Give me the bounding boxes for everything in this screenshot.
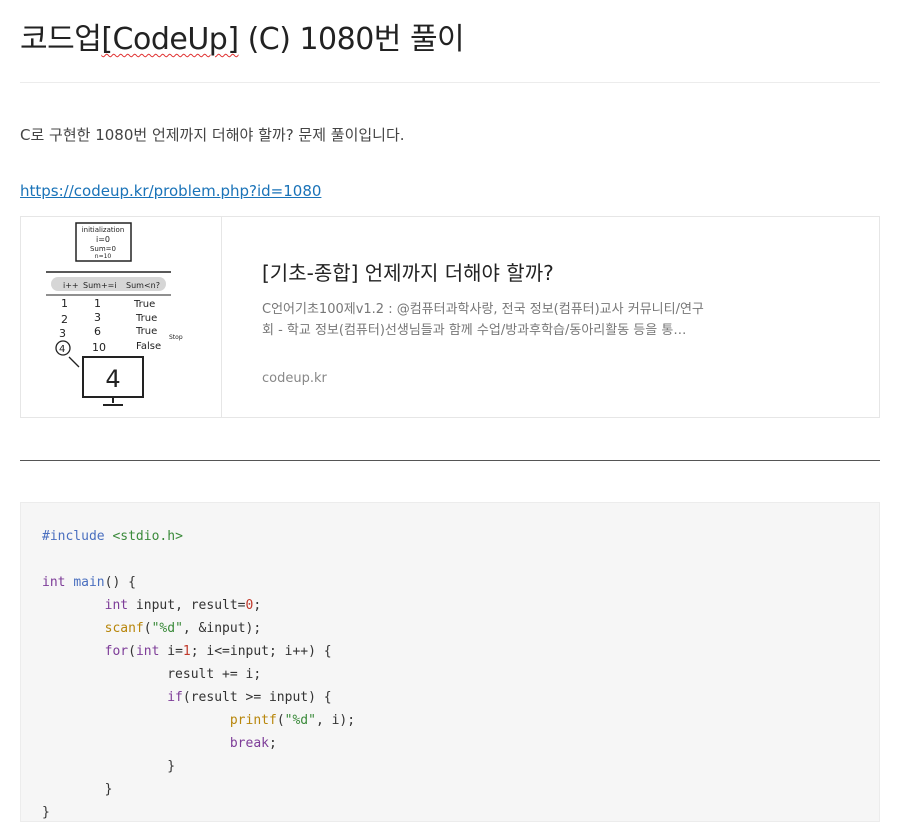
title-prefix: 코드업 — [20, 22, 102, 57]
card-description-line: 회 - 학교 정보(컴퓨터)선생님들과 함께 수업/방과후학습/동아리활동 등을… — [262, 323, 687, 338]
title-suffix: (C) 1080번 풀이 — [238, 22, 465, 57]
thumb-col-cond: Sum<n? — [126, 281, 160, 290]
code-token: #include — [42, 529, 105, 544]
link-preview-card[interactable]: initialization i=0 Sum=0 n=10 i++ Sum+=i… — [20, 216, 880, 418]
card-description-line: C언어기초100제v1.2 : @컴퓨터과학사랑, 전국 정보(컴퓨터)교사 커… — [262, 302, 704, 317]
card-title: [기초-종합] 언제까지 더해야 할까? — [262, 261, 554, 285]
code-token: } — [104, 782, 113, 797]
svg-text:3: 3 — [94, 311, 101, 324]
intro-paragraph: C로 구현한 1080번 언제까지 더해야 할까? 문제 풀이입니다. — [20, 126, 405, 144]
code-token: scanf — [104, 621, 144, 636]
page-title: 코드업[CodeUp] (C) 1080번 풀이 — [20, 14, 465, 58]
code-token: if — [167, 690, 183, 705]
thumb-init-i: i=0 — [96, 235, 110, 244]
code-token: "%d" — [151, 621, 183, 636]
code-token: int — [135, 644, 160, 659]
content-divider — [20, 460, 880, 461]
thumb-init-sum: Sum=0 — [90, 245, 116, 253]
svg-text:6: 6 — [94, 325, 101, 338]
title-divider — [20, 82, 880, 83]
card-description: C언어기초100제v1.2 : @컴퓨터과학사랑, 전국 정보(컴퓨터)교사 커… — [262, 299, 742, 341]
thumb-stop: Stop — [169, 334, 183, 341]
code-block: #include <stdio.h> int main() { int inpu… — [20, 502, 880, 822]
code-token: "%d" — [284, 713, 316, 728]
code-token: (result >= input) { — [182, 690, 332, 705]
svg-text:4: 4 — [59, 344, 65, 355]
svg-text:True: True — [135, 313, 157, 324]
thumb-col-sum: Sum+=i — [83, 281, 117, 290]
code-token: int — [42, 575, 66, 590]
code-token: main — [73, 575, 105, 590]
code-token: ( — [276, 713, 285, 728]
code-token: printf — [229, 713, 277, 728]
code-token: , i); — [315, 713, 356, 728]
title-spellcheck-word: [CodeUp] — [101, 22, 239, 57]
thumb-result: 4 — [105, 365, 120, 393]
problem-link[interactable]: https://codeup.kr/problem.php?id=1080 — [20, 182, 321, 200]
code-token: , &input); — [182, 621, 262, 636]
svg-text:10: 10 — [92, 341, 106, 354]
code-token: for — [104, 644, 129, 659]
svg-text:True: True — [133, 299, 155, 310]
thumb-init-n: n=10 — [95, 253, 112, 260]
code-token: () { — [104, 575, 136, 590]
code-token: } — [167, 759, 176, 774]
svg-text:1: 1 — [61, 297, 68, 310]
svg-text:3: 3 — [59, 327, 66, 340]
code-token: 1 — [182, 644, 191, 659]
svg-text:1: 1 — [94, 297, 101, 310]
svg-text:True: True — [135, 326, 157, 337]
code-token: } — [42, 805, 50, 820]
code-content: #include <stdio.h> int main() { int inpu… — [42, 525, 355, 824]
card-thumbnail: initialization i=0 Sum=0 n=10 i++ Sum+=i… — [21, 217, 222, 417]
code-token: int — [104, 598, 129, 613]
code-token: input, result= — [128, 598, 246, 613]
code-token: i= — [159, 644, 183, 659]
code-token: ( — [128, 644, 136, 659]
card-domain: codeup.kr — [262, 371, 327, 386]
code-token: ( — [143, 621, 152, 636]
code-token: break — [229, 736, 269, 751]
svg-text:2: 2 — [61, 313, 68, 326]
svg-text:False: False — [136, 341, 161, 352]
thumb-col-i: i++ — [63, 281, 79, 290]
code-token: ; — [253, 598, 262, 613]
thumb-init-label: initialization — [82, 226, 125, 234]
code-token: ; i<=input; i++) { — [190, 644, 332, 659]
code-token: <stdio.h> — [112, 529, 183, 544]
code-token: result += i; — [167, 667, 262, 682]
flowchart-sketch-image: initialization i=0 Sum=0 n=10 i++ Sum+=i… — [46, 222, 183, 406]
code-token: ; — [268, 736, 277, 751]
